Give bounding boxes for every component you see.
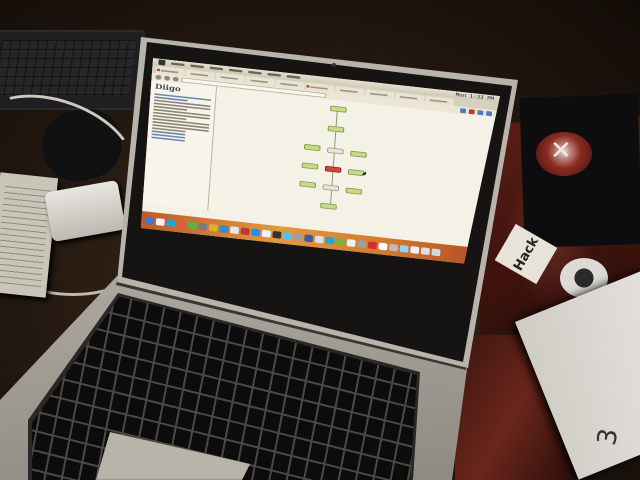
cup-logo-x: ✕ bbox=[550, 136, 572, 166]
dock-app-icon[interactable] bbox=[346, 238, 356, 247]
dock-app-icon[interactable] bbox=[335, 237, 346, 246]
forward-icon[interactable] bbox=[164, 75, 171, 81]
dock-app-icon[interactable] bbox=[282, 231, 293, 240]
dock-app-icon[interactable] bbox=[410, 245, 420, 254]
dock-app-icon[interactable] bbox=[357, 239, 367, 248]
menu-item[interactable] bbox=[190, 64, 204, 69]
red-cup: ✕ bbox=[536, 132, 592, 176]
menu-item[interactable] bbox=[267, 72, 282, 77]
menu-item[interactable] bbox=[286, 75, 301, 79]
dock-app-icon[interactable] bbox=[389, 243, 399, 252]
dock-app-icon[interactable] bbox=[251, 228, 261, 237]
paper-text-lines bbox=[0, 180, 52, 290]
mac-dock bbox=[140, 211, 490, 267]
extension-icon[interactable] bbox=[477, 109, 484, 115]
mind-map-link bbox=[334, 131, 337, 149]
diigo-sidebar: Diigo bbox=[142, 79, 218, 211]
dock-app-icon[interactable] bbox=[208, 223, 218, 232]
mind-map-node[interactable] bbox=[301, 162, 319, 170]
webcam-icon bbox=[332, 63, 336, 67]
dock-app-icon[interactable] bbox=[240, 226, 250, 235]
dock-app-icon[interactable] bbox=[367, 240, 377, 249]
dock-app-icon[interactable] bbox=[261, 229, 271, 238]
menu-item[interactable] bbox=[170, 62, 185, 67]
extension-icon[interactable] bbox=[460, 107, 467, 114]
sticker-text: Hack bbox=[510, 234, 542, 274]
extension-icon[interactable] bbox=[468, 108, 475, 114]
background-keyboard-keys bbox=[0, 40, 137, 96]
mind-map-link bbox=[331, 171, 334, 187]
mouse-cursor-icon bbox=[361, 171, 368, 177]
dock-app-icon[interactable] bbox=[293, 232, 303, 241]
menu-item[interactable] bbox=[228, 68, 243, 73]
dock-app-icon[interactable] bbox=[378, 242, 388, 251]
dock-app-icon[interactable] bbox=[399, 244, 409, 253]
dock-app-icon[interactable] bbox=[431, 247, 441, 256]
menu-item[interactable] bbox=[209, 66, 224, 71]
dock-app-icon[interactable] bbox=[155, 217, 165, 226]
dock-app-icon[interactable] bbox=[325, 236, 335, 245]
mind-map-node[interactable] bbox=[303, 143, 321, 152]
mind-map-link bbox=[330, 190, 333, 205]
dock-app-icon[interactable] bbox=[166, 218, 176, 227]
mind-map-node[interactable] bbox=[320, 202, 337, 210]
dock-app-icon[interactable] bbox=[272, 230, 282, 239]
dock-app-icon[interactable] bbox=[304, 233, 314, 242]
mind-map-link bbox=[332, 153, 335, 168]
mind-map-node[interactable] bbox=[299, 180, 317, 189]
dock-app-icon[interactable] bbox=[176, 220, 187, 228]
dock-app-icon[interactable] bbox=[198, 222, 208, 231]
dock-app-icon[interactable] bbox=[219, 224, 229, 233]
dock-app-icon[interactable] bbox=[420, 246, 430, 255]
reload-icon[interactable] bbox=[172, 76, 179, 82]
dock-app-icon[interactable] bbox=[187, 221, 197, 230]
dock-app-icon[interactable] bbox=[229, 225, 240, 234]
apple-icon[interactable] bbox=[158, 59, 166, 66]
extension-icon[interactable] bbox=[486, 110, 493, 116]
photo-scene: ✕ Hack 3 Mon 1:33 PM Diigo bbox=[0, 0, 640, 480]
mind-map-node[interactable] bbox=[329, 105, 347, 113]
dock-app-icon[interactable] bbox=[145, 216, 155, 225]
mind-map-node[interactable] bbox=[350, 150, 367, 158]
dock-app-icon[interactable] bbox=[314, 235, 324, 244]
mind-map-node[interactable] bbox=[345, 187, 363, 195]
mind-map-node[interactable] bbox=[326, 147, 344, 155]
menu-item[interactable] bbox=[248, 70, 262, 75]
back-icon[interactable] bbox=[155, 74, 162, 80]
